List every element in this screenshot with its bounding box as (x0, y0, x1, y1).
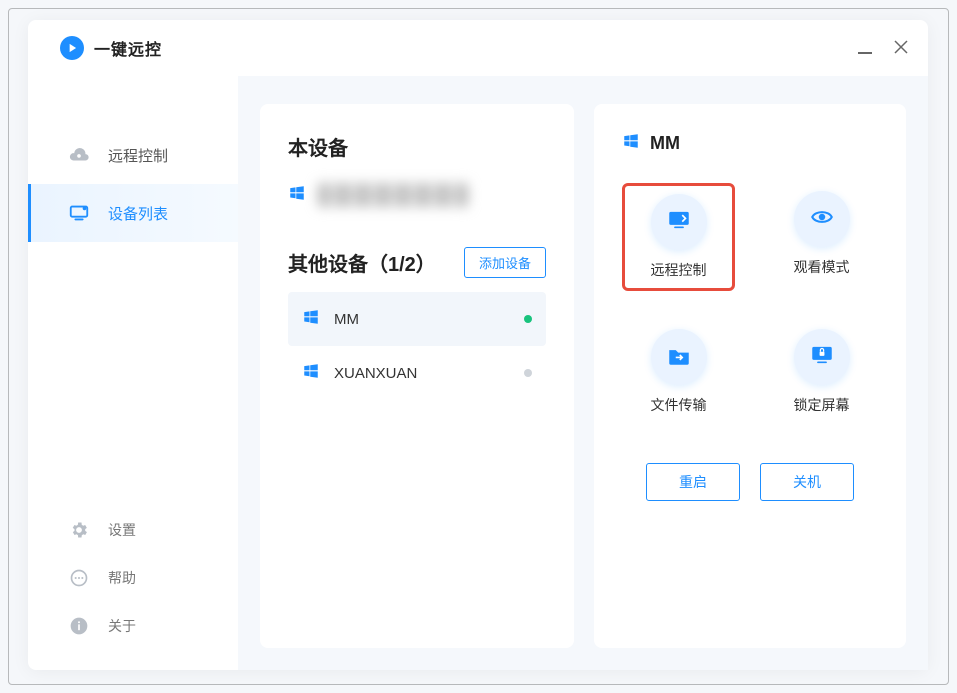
action-label: 远程控制 (651, 260, 707, 280)
gear-icon (68, 519, 90, 541)
sidebar-item-label: 设置 (108, 520, 136, 540)
sidebar-item-help[interactable]: 帮助 (28, 554, 238, 602)
windows-icon (288, 184, 306, 207)
action-label: 观看模式 (794, 257, 850, 277)
action-file-transfer[interactable]: 文件传输 (622, 321, 735, 423)
action-watch-mode[interactable]: 观看模式 (765, 183, 878, 291)
this-device-row (288, 183, 546, 207)
sidebar: 远程控制 设备列表 设置 (28, 76, 238, 670)
shutdown-button[interactable]: 关机 (760, 463, 854, 501)
action-label: 锁定屏幕 (794, 395, 850, 415)
this-device-title: 本设备 (288, 132, 546, 161)
device-list: MM XUANXUAN (288, 292, 546, 400)
windows-icon (302, 362, 320, 384)
brand-logo-icon (60, 36, 84, 60)
sidebar-item-settings[interactable]: 设置 (28, 506, 238, 554)
windows-icon (302, 308, 320, 330)
close-button[interactable] (894, 38, 908, 59)
device-row[interactable]: MM (288, 292, 546, 346)
sidebar-item-label: 设备列表 (108, 203, 168, 224)
titlebar: 一键远控 (28, 20, 928, 76)
sidebar-item-label: 远程控制 (108, 145, 168, 166)
brand: 一键远控 (60, 36, 162, 60)
add-device-button[interactable]: 添加设备 (464, 247, 546, 278)
device-list-icon (68, 202, 90, 224)
panel-device-detail: MM 远程控制 (594, 104, 906, 648)
action-remote-control[interactable]: 远程控制 (622, 183, 735, 291)
help-icon (68, 567, 90, 589)
eye-icon (809, 204, 835, 235)
action-lock-screen[interactable]: 锁定屏幕 (765, 321, 878, 423)
device-name: XUANXUAN (334, 365, 417, 382)
brand-title: 一键远控 (94, 36, 162, 60)
detail-device-name: MM (650, 133, 680, 154)
window-controls (858, 38, 908, 59)
content-area: 本设备 其他设备（1/2） 添加设备 MM (238, 76, 928, 670)
sidebar-item-about[interactable]: 关于 (28, 602, 238, 650)
status-dot-offline (524, 369, 532, 377)
sidebar-item-label: 帮助 (108, 568, 136, 588)
status-dot-online (524, 315, 532, 323)
other-devices-title: 其他设备（1/2） (288, 248, 436, 277)
sidebar-item-device-list[interactable]: 设备列表 (28, 184, 238, 242)
this-device-name-blurred (318, 183, 468, 207)
windows-icon (622, 132, 640, 155)
panel-devices: 本设备 其他设备（1/2） 添加设备 MM (260, 104, 574, 648)
action-label: 文件传输 (651, 395, 707, 415)
folder-transfer-icon (666, 342, 692, 373)
app-window: 一键远控 远程控制 设备列表 (28, 20, 928, 670)
device-name: MM (334, 311, 359, 328)
cloud-control-icon (68, 144, 90, 166)
restart-button[interactable]: 重启 (646, 463, 740, 501)
sidebar-item-remote-control[interactable]: 远程控制 (28, 126, 238, 184)
sidebar-item-label: 关于 (108, 616, 136, 636)
minimize-button[interactable] (858, 38, 872, 59)
remote-control-icon (666, 207, 692, 238)
device-row[interactable]: XUANXUAN (288, 346, 546, 400)
lock-screen-icon (809, 342, 835, 373)
info-icon (68, 615, 90, 637)
